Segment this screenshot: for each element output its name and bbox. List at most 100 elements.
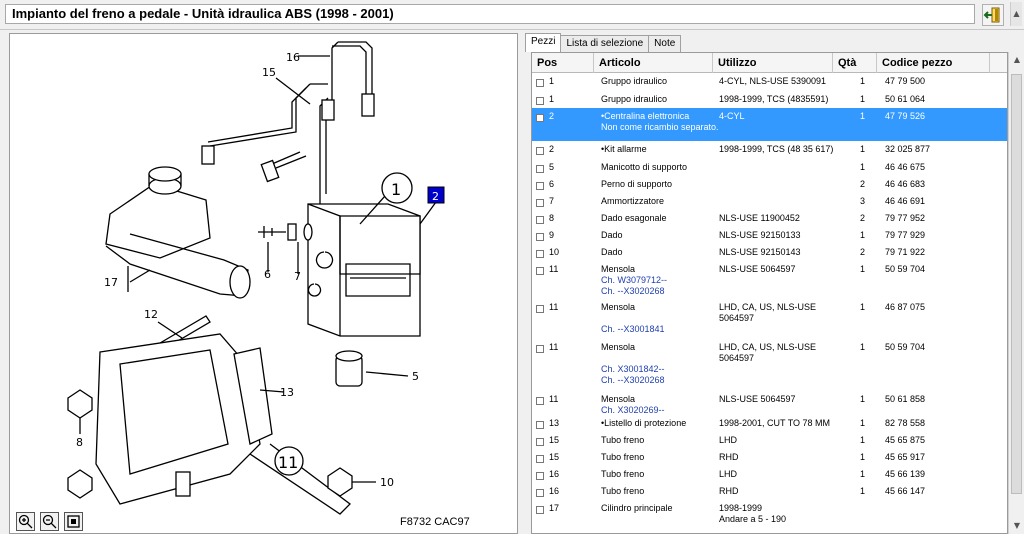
row-checkbox[interactable] (536, 506, 544, 514)
cell-codice: 79 77 929 (885, 230, 926, 240)
chassis-range-link[interactable]: Ch. X3001842-- (601, 364, 665, 375)
chassis-range-link[interactable]: Ch. --X3001841 (601, 324, 665, 335)
table-row[interactable]: 6 Perno di supporto 2 46 46 683 (532, 176, 1007, 193)
table-row[interactable]: 10 Dado NLS-USE 92150143 2 79 71 922 (532, 244, 1007, 261)
table-row[interactable]: 1 Gruppo idraulico 1998-1999, TCS (4835591… (532, 91, 1007, 108)
exit-button[interactable] (982, 4, 1004, 26)
zoom-in-button[interactable] (16, 512, 35, 531)
cell-utilizzo: LHD, CA, US, NLS-USE 5064597 (719, 342, 817, 363)
table-row[interactable]: 11 Mensola LHD, CA, US, NLS-USE 5064597 1 50… (532, 339, 1007, 391)
table-row[interactable]: 15 Tubo freno LHD 1 45 65 875 (532, 432, 1007, 449)
chassis-range-link[interactable]: Ch. --X3020268 (601, 375, 665, 386)
row-checkbox[interactable] (536, 421, 544, 429)
row-checkbox[interactable] (536, 79, 544, 87)
cell-articolo: Perno di supporto (601, 179, 673, 189)
table-row[interactable]: 8 Dado esagonale NLS-USE 11900452 2 79 77 95… (532, 210, 1007, 227)
scrollbar-thumb[interactable] (1011, 74, 1022, 494)
svg-text:10: 10 (380, 476, 394, 489)
table-row[interactable]: 11 Mensola NLS-USE 5064597 1 50 59 704 Ch. W3… (532, 261, 1007, 299)
row-checkbox[interactable] (536, 233, 544, 241)
row-checkbox[interactable] (536, 472, 544, 480)
table-row[interactable]: 5 Manicotto di supporto 1 46 46 675 (532, 159, 1007, 176)
svg-text:8: 8 (76, 436, 83, 449)
cell-pos: 5 (549, 162, 555, 172)
cell-codice: 47 79 526 (885, 111, 926, 121)
title-scroll-icon[interactable]: ▲ (1010, 2, 1022, 26)
cell-pos: 8 (549, 213, 555, 223)
row-checkbox[interactable] (536, 455, 544, 463)
row-checkbox[interactable] (536, 438, 544, 446)
cell-codice: 32 025 877 (885, 144, 931, 154)
cell-pos: 11 (549, 302, 559, 312)
table-row[interactable]: 1 Gruppo idraulico 4-CYL, NLS-USE 5390091 1… (532, 73, 1007, 91)
row-checkbox[interactable] (536, 489, 544, 497)
table-row[interactable]: 17 Cilindro principale 1998-1999 Andare a … (532, 500, 1007, 528)
row-checkbox[interactable] (536, 182, 544, 190)
row-checkbox[interactable] (536, 114, 544, 122)
cell-utilizzo: RHD (719, 486, 739, 496)
table-row[interactable]: 16 Tubo freno LHD 1 45 66 139 (532, 466, 1007, 483)
header-qta[interactable]: Qtà (833, 53, 877, 73)
cell-codice: 50 59 704 (885, 342, 926, 352)
cell-qta: 1 (860, 162, 866, 172)
cell-articolo: •Kit allarme (601, 144, 647, 154)
cell-codice: 46 87 075 (885, 302, 926, 312)
cell-articolo: Tubo freno (601, 469, 645, 479)
cell-qta: 2 (860, 213, 866, 223)
cell-articolo: Mensola (601, 302, 636, 312)
scroll-down-icon[interactable]: ▼ (1009, 518, 1024, 534)
callout-2-selected[interactable]: 2 (427, 186, 445, 204)
chassis-range-link[interactable]: Ch. W3079712-- (601, 275, 667, 286)
tab-lista-di-selezione[interactable]: Lista di selezione (560, 35, 650, 52)
cell-note: Non come ricambio separato. (601, 122, 719, 132)
table-row[interactable]: 11 Mensola LHD, CA, US, NLS-USE 5064597 1 46… (532, 299, 1007, 339)
cell-pos: 1 (549, 76, 555, 86)
table-row[interactable]: 7 Ammortizzatore 3 46 46 691 (532, 193, 1007, 210)
cell-articolo: Tubo freno (601, 486, 645, 496)
header-articolo[interactable]: Articolo (594, 53, 713, 73)
chassis-range-link[interactable]: Ch. --X3020268 (601, 286, 665, 297)
row-checkbox[interactable] (536, 250, 544, 258)
cell-qta: 1 (860, 342, 866, 352)
cell-codice: 47 79 500 (885, 76, 926, 86)
cell-codice: 50 61 064 (885, 94, 926, 104)
cell-utilizzo: 1998-1999, TCS (48 35 617) (719, 144, 834, 154)
table-row[interactable]: 2 •Kit allarme 1998-1999, TCS (48 35 617) 1… (532, 141, 1007, 159)
cell-qta: 1 (860, 435, 866, 445)
row-checkbox[interactable] (536, 345, 544, 353)
table-row[interactable]: 15 Tubo freno RHD 1 45 65 917 (532, 449, 1007, 466)
table-scrollbar[interactable]: ▲ ▼ (1008, 52, 1024, 534)
table-row[interactable]: 11 Mensola NLS-USE 5064597 1 50 61 858 Ch. X3… (532, 391, 1007, 415)
zoom-fit-button[interactable] (64, 512, 83, 531)
zoom-out-button[interactable] (40, 512, 59, 531)
header-codice[interactable]: Codice pezzo (877, 53, 990, 73)
table-row[interactable]: 2 •Centralina elettronica 4-CYL 1 47 79 526 N… (532, 108, 1007, 141)
table-row[interactable]: 9 Dado NLS-USE 92150133 1 79 77 929 (532, 227, 1007, 244)
row-checkbox[interactable] (536, 165, 544, 173)
row-checkbox[interactable] (536, 199, 544, 207)
exploded-diagram[interactable]: 16 15 1 17 6 7 12 5 13 8 11 10 2 (10, 34, 518, 534)
cell-utilizzo: 1998-1999 Andare a 5 - 190 (719, 503, 787, 524)
table-row[interactable]: 16 Tubo freno RHD 1 45 66 147 (532, 483, 1007, 500)
tab-note[interactable]: Note (648, 35, 682, 52)
row-checkbox[interactable] (536, 97, 544, 105)
scroll-up-icon[interactable]: ▲ (1009, 52, 1024, 68)
row-checkbox[interactable] (536, 267, 544, 275)
cell-utilizzo: RHD (719, 452, 739, 462)
cell-articolo: Tubo freno (601, 435, 645, 445)
cell-pos: 1 (549, 94, 555, 104)
header-pos[interactable]: Pos (532, 53, 594, 73)
header-utilizzo[interactable]: Utilizzo (713, 53, 833, 73)
row-checkbox[interactable] (536, 216, 544, 224)
table-row[interactable]: 13 •Listello di protezione 1998-2001, CUT … (532, 415, 1007, 432)
row-checkbox[interactable] (536, 397, 544, 405)
cell-codice: 82 78 558 (885, 418, 926, 428)
svg-text:7: 7 (294, 270, 301, 283)
zoom-toolbar (16, 512, 83, 531)
tab-pezzi[interactable]: Pezzi (525, 33, 562, 52)
cell-pos: 11 (549, 264, 559, 274)
row-checkbox[interactable] (536, 147, 544, 155)
page-title: Impianto del freno a pedale - Unità idra… (5, 4, 975, 24)
row-checkbox[interactable] (536, 305, 544, 313)
cell-articolo: Mensola (601, 394, 636, 404)
